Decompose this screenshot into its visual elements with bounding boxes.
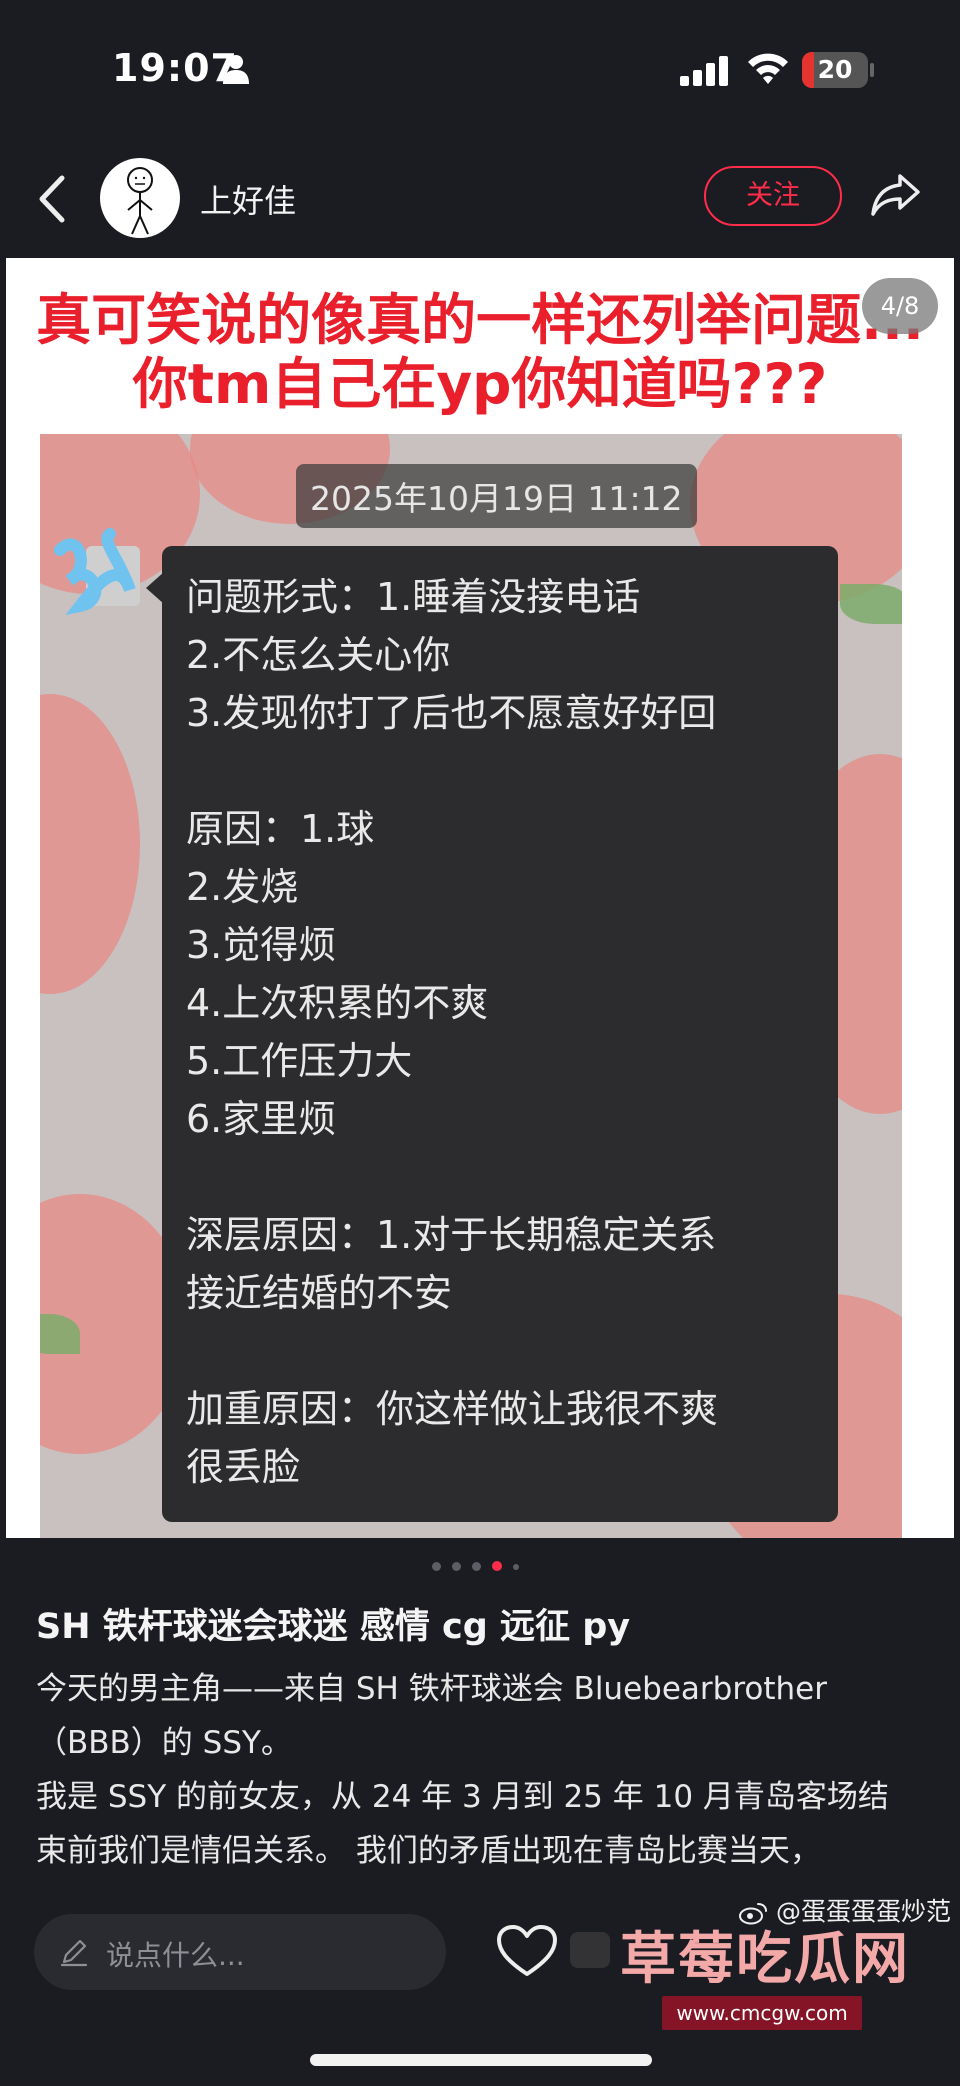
chat-line: 6.家里烦: [186, 1097, 337, 1141]
nav-header: 上好佳 关注: [0, 140, 960, 256]
background-apple: [40, 694, 140, 994]
status-bar: 19:07 20: [0, 0, 960, 140]
battery-level: 20: [817, 55, 853, 84]
chat-line: 4.上次积累的不爽: [186, 981, 489, 1025]
post-body-line: 束前我们是情侣关系。 我们的矛盾出现在青岛比赛当天，: [36, 1833, 821, 1869]
person-icon: [223, 55, 249, 84]
battery-indicator: 20: [802, 52, 868, 88]
home-indicator[interactable]: [310, 2054, 652, 2066]
heart-icon[interactable]: [496, 1924, 558, 1978]
pencil-icon: [60, 1939, 88, 1967]
blurred-counter: [570, 1932, 610, 1968]
chat-line: [186, 1148, 814, 1206]
chat-line: 问题形式：1.睡着没接电话: [186, 575, 641, 619]
chat-bubble: 问题形式：1.睡着没接电话 2.不怎么关心你 3.发现你打了后也不愿意好好回 原…: [162, 546, 838, 1522]
chat-line: 很丢脸: [186, 1445, 301, 1489]
weibo-credit: @蛋蛋蛋蛋炒范: [738, 1892, 951, 1928]
weibo-credit-text: @蛋蛋蛋蛋炒范: [775, 1897, 951, 1926]
status-time: 19:07: [112, 46, 238, 90]
image-headline-line1: 真可笑说的像真的一样还列举问题...: [36, 288, 924, 352]
comment-placeholder: 说点什么...: [106, 1939, 245, 1972]
post-body-line: 我是 SSY 的前女友，从 24 年 3 月到 25 年 10 月青岛客场结: [36, 1779, 889, 1815]
back-icon[interactable]: [36, 174, 70, 224]
stick-figure-avatar-icon: [127, 167, 153, 235]
follow-button[interactable]: 关注: [704, 166, 842, 226]
carousel-dot[interactable]: [452, 1562, 461, 1571]
chat-line: 3.发现你打了后也不愿意好好回: [186, 691, 717, 735]
post-image[interactable]: 真可笑说的像真的一样还列举问题... 你tm自己在yp你知道吗??? 2025年…: [6, 258, 954, 1538]
watermark-url: www.cmcgw.com: [662, 1996, 862, 2030]
comment-input[interactable]: 说点什么...: [34, 1914, 446, 1990]
carousel-dot-active[interactable]: [492, 1561, 502, 1571]
chat-line: [186, 742, 814, 800]
chat-line: 深层原因：1.对于长期稳定关系: [186, 1213, 717, 1257]
share-icon[interactable]: [870, 168, 922, 220]
chat-line: 2.发烧: [186, 865, 299, 909]
post-body-line: （BBB）的 SSY。: [36, 1725, 292, 1761]
carousel-dot[interactable]: [472, 1562, 481, 1571]
sender-avatar-scribble-icon: [54, 528, 140, 616]
chat-line: 加重原因：你这样做让我很不爽: [186, 1387, 719, 1431]
chat-line: 2.不怎么关心你: [186, 633, 451, 677]
page-indicator: 4/8: [862, 278, 938, 334]
background-leaf: [840, 584, 902, 624]
screen: 19:07 20 上好佳 关注 真可笑说的像真的一样还列举问题... 你tm自己…: [0, 0, 960, 2086]
signal-icon: [680, 56, 728, 86]
post-title: SH 铁杆球迷会球迷 感情 cg 远征 py: [36, 1607, 631, 1647]
wifi-icon: [748, 53, 788, 84]
chat-timestamp: 2025年10月19日 11:12: [296, 464, 697, 528]
carousel-dot[interactable]: [432, 1562, 441, 1571]
username[interactable]: 上好佳: [200, 176, 296, 222]
image-headline-line2: 你tm自己在yp你知道吗???: [132, 352, 828, 416]
chat-line: [186, 1322, 814, 1380]
weibo-icon: [739, 1903, 767, 1925]
chat-line: 5.工作压力大: [186, 1039, 413, 1083]
chat-line: 3.觉得烦: [186, 923, 337, 967]
avatar[interactable]: [100, 158, 180, 238]
post-body-line: 今天的男主角——来自 SH 铁杆球迷会 Bluebearbrother: [36, 1671, 827, 1707]
battery-cap: [870, 63, 874, 77]
carousel-dots: [430, 1560, 530, 1572]
chat-screenshot: 2025年10月19日 11:12 问题形式：1.睡着没接电话 2.不怎么关心你…: [40, 434, 902, 1538]
chat-line: 接近结婚的不安: [186, 1271, 453, 1315]
carousel-dot[interactable]: [513, 1564, 519, 1570]
chat-line: 原因：1.球: [186, 807, 375, 851]
